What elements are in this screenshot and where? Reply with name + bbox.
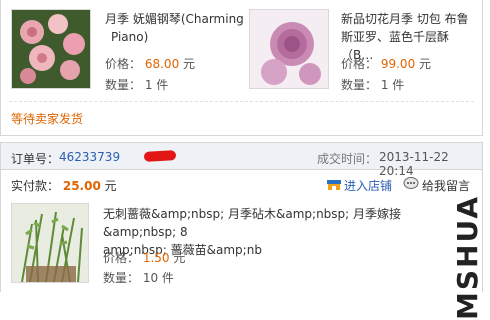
quantity-row: 数量： 1 件 — [341, 76, 404, 93]
product-title-line1[interactable]: 新品切花月季 切包 布鲁 — [341, 10, 481, 28]
payment-label: 实付款： — [11, 179, 60, 193]
leave-message-button[interactable]: 给我留言 — [403, 177, 470, 194]
quantity-label: 数量： — [341, 78, 378, 92]
product-thumbnail[interactable] — [11, 203, 89, 283]
enter-shop-button[interactable]: 进入店铺 — [327, 177, 392, 194]
order-header: 订单号： 46233739 成交时间： 2013-11-22 20:14 — [0, 142, 483, 178]
product-title-line1[interactable]: 月季 妩媚钢琴(Charming — [105, 10, 245, 28]
watermark: MSHUA — [451, 195, 484, 320]
order-list: 月季 妩媚钢琴(Charming Piano) 价格： 68.00 元 数量： … — [0, 0, 483, 292]
price-label: 价格： — [341, 57, 378, 71]
price-value: 68.00 — [144, 57, 180, 71]
pink-rose-image — [12, 10, 90, 88]
enter-shop-label[interactable]: 进入店铺 — [344, 177, 392, 194]
order-number-label: 订单号： — [11, 152, 60, 166]
order-item-2: 新品切花月季 切包 布鲁 斯亚罗、蓝色千层酥（B… 价格： 99.00 元 数量… — [249, 4, 481, 96]
payment-row: 实付款： 25.00 元 — [11, 177, 117, 194]
price-unit: 元 — [173, 251, 186, 265]
order-status: 等待卖家发货 — [11, 112, 84, 126]
quantity-label: 数量： — [105, 78, 142, 92]
quantity-value: 1 件 — [144, 78, 169, 92]
quantity-value: 1 件 — [380, 78, 405, 92]
redaction-mark — [143, 150, 177, 162]
product-title[interactable]: 月季 妩媚钢琴(Charming Piano) — [105, 10, 245, 46]
payment-amount: 25.00 — [62, 179, 101, 193]
leave-message-label[interactable]: 给我留言 — [422, 177, 470, 194]
price-row: 价格： 68.00 元 — [105, 55, 195, 72]
price-label: 价格： — [103, 251, 140, 265]
product-title-line1[interactable]: 无刺蔷薇&amp;nbsp; 月季砧木&amp;nbsp; 月季嫁接&amp;n… — [103, 205, 403, 241]
order-item-1: 月季 妩媚钢琴(Charming Piano) 价格： 68.00 元 数量： … — [11, 4, 244, 96]
order-number[interactable]: 46233739 — [59, 150, 120, 164]
payment-unit: 元 — [104, 179, 117, 193]
order-time-label: 成交时间： — [317, 152, 378, 166]
price-label: 价格： — [105, 57, 142, 71]
chat-bubble-icon — [403, 177, 419, 194]
product-thumbnail[interactable] — [11, 9, 91, 89]
product-title-line2[interactable]: Piano) — [105, 28, 245, 46]
price-unit: 元 — [419, 57, 432, 71]
quantity-value: 10 件 — [142, 271, 174, 285]
rootstock-seedlings-image — [12, 204, 88, 282]
price-row: 价格： 1.50 元 — [103, 249, 185, 266]
price-unit: 元 — [183, 57, 196, 71]
order-card-bottom: 实付款： 25.00 元 进入店铺 给我留言 无刺蔷薇&amp;nbsp; 月季… — [0, 169, 483, 292]
purple-rose-image — [250, 10, 328, 88]
quantity-row: 数量： 10 件 — [103, 269, 174, 286]
shop-icon — [327, 178, 341, 194]
quantity-row: 数量： 1 件 — [105, 76, 168, 93]
price-row: 价格： 99.00 元 — [341, 55, 431, 72]
order-card-top: 月季 妩媚钢琴(Charming Piano) 价格： 68.00 元 数量： … — [0, 0, 483, 136]
product-thumbnail[interactable] — [249, 9, 329, 89]
section-divider — [9, 101, 474, 102]
quantity-label: 数量： — [103, 271, 140, 285]
price-value: 99.00 — [380, 57, 416, 71]
price-value: 1.50 — [142, 251, 170, 265]
